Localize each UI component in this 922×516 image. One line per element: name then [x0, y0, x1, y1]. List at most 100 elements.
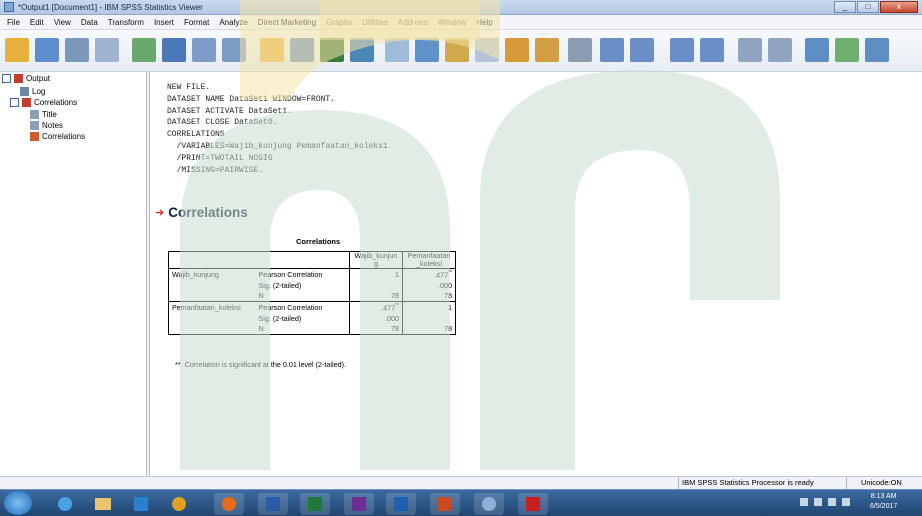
collapse-icon[interactable]: [700, 38, 724, 62]
row-var-label: [168, 312, 256, 324]
menu-edit[interactable]: Edit: [25, 18, 49, 27]
menu-data[interactable]: Data: [76, 18, 103, 27]
insert-heading-icon[interactable]: [805, 38, 829, 62]
labels-icon[interactable]: [568, 38, 592, 62]
print-icon[interactable]: [65, 38, 89, 62]
title-bar[interactable]: *Output1 [Document1] - IBM SPSS Statisti…: [0, 0, 922, 15]
chrome-icon[interactable]: [164, 493, 194, 515]
powerpoint-icon[interactable]: [430, 493, 460, 515]
taskbar: 8:13 AM 6/5/2017: [0, 489, 922, 516]
cell-value: 78: [349, 290, 403, 302]
tree-label-output: Output: [26, 74, 51, 83]
acrobat-icon[interactable]: [518, 493, 548, 515]
show-icon[interactable]: [738, 38, 762, 62]
print-preview-icon[interactable]: [95, 38, 119, 62]
cell-value: .000: [402, 279, 456, 291]
output-navigator: Output Log Correlations Title Notes Corr…: [0, 72, 147, 476]
tree-node-correlations-table[interactable]: Correlations: [30, 132, 85, 141]
media-player-icon[interactable]: [126, 493, 156, 515]
menu-format[interactable]: Format: [179, 18, 214, 27]
tray-icons[interactable]: [800, 498, 860, 510]
pie-icon[interactable]: [415, 38, 439, 62]
onenote-icon[interactable]: [344, 493, 374, 515]
insert-text-icon[interactable]: [865, 38, 889, 62]
hide-icon[interactable]: [768, 38, 792, 62]
table-footnote: **. Correlation is significant at the 0.…: [175, 360, 346, 369]
split-icon[interactable]: [475, 38, 499, 62]
menu-file[interactable]: File: [2, 18, 25, 27]
menu-analyze[interactable]: Analyze: [214, 18, 252, 27]
system-clock[interactable]: 8:13 AM 6/5/2017: [870, 492, 897, 512]
stop-icon[interactable]: [445, 38, 469, 62]
expand-icon[interactable]: [670, 38, 694, 62]
window-title: *Output1 [Document1] - IBM SPSS Statisti…: [18, 2, 203, 12]
close-button[interactable]: x: [880, 1, 918, 13]
menu-window[interactable]: Window: [433, 18, 471, 27]
undo-icon[interactable]: [192, 38, 216, 62]
export-icon[interactable]: [132, 38, 156, 62]
menu-view[interactable]: View: [49, 18, 76, 27]
select-cases-icon[interactable]: [535, 38, 559, 62]
cell-value: [349, 279, 403, 291]
row-stat-label: Pearson Correlation: [255, 301, 350, 313]
open-icon[interactable]: [5, 38, 29, 62]
weight-icon[interactable]: [505, 38, 529, 62]
arrow-right-icon: ➜: [155, 207, 165, 219]
redo-icon[interactable]: [222, 38, 246, 62]
menu-graphs[interactable]: Graphs: [321, 18, 357, 27]
syntax-log: NEW FILE. DATASET NAME DataSet1 WINDOW=F…: [167, 83, 388, 175]
variables-icon[interactable]: [350, 38, 374, 62]
window-controls: _ □ x: [834, 1, 918, 13]
row-stat-label: N: [255, 290, 350, 302]
correlations-table[interactable]: Wajib_kunjun g Pemanfaatan _koleksi Waji…: [168, 251, 456, 335]
menu-utilities[interactable]: Utilities: [357, 18, 393, 27]
recall-dialog-icon[interactable]: [162, 38, 186, 62]
back-icon[interactable]: [600, 38, 624, 62]
row-stat-label: Pearson Correlation: [255, 268, 350, 280]
outlook-icon[interactable]: [386, 493, 416, 515]
menu-transform[interactable]: Transform: [103, 18, 149, 27]
excel-icon[interactable]: [300, 493, 330, 515]
tree-label-notes: Notes: [42, 121, 63, 130]
expand-icon[interactable]: [2, 74, 11, 83]
menu-add-ons[interactable]: Add-ons: [393, 18, 433, 27]
tree-node-notes[interactable]: Notes: [30, 121, 63, 130]
tree-node-output[interactable]: Output: [2, 74, 50, 83]
forward-icon[interactable]: [630, 38, 654, 62]
ie-icon[interactable]: [50, 493, 80, 515]
log-icon: [20, 87, 29, 96]
minimize-button[interactable]: _: [834, 1, 856, 13]
goto-data-icon[interactable]: [260, 38, 284, 62]
cell-value: .477**: [349, 301, 403, 313]
row-var-label: Wajib_kunjung: [168, 268, 256, 280]
table-row: N 78 78: [168, 290, 456, 302]
expand-icon[interactable]: [10, 98, 19, 107]
menu-insert[interactable]: Insert: [149, 18, 179, 27]
word-icon[interactable]: [258, 493, 288, 515]
row-stat-label: N: [255, 323, 350, 335]
network-icon[interactable]: [814, 498, 822, 506]
section-heading[interactable]: ➜ Correlations: [155, 205, 248, 220]
run-descriptives-icon[interactable]: [385, 38, 409, 62]
tree-node-title[interactable]: Title: [30, 110, 57, 119]
menu-direct-marketing[interactable]: Direct Marketing: [253, 18, 321, 27]
menu-help[interactable]: Help: [471, 18, 497, 27]
tree-node-log[interactable]: Log: [20, 87, 45, 96]
notes-icon: [30, 121, 39, 130]
insert-title-icon[interactable]: [835, 38, 859, 62]
tree-node-correlations[interactable]: Correlations: [10, 98, 77, 107]
show-hidden-icon[interactable]: [800, 498, 808, 506]
goto-case-icon[interactable]: [290, 38, 314, 62]
spss-icon[interactable]: [474, 493, 504, 515]
table-row: Sig. (2-tailed) .000: [168, 312, 456, 324]
volume-icon[interactable]: [842, 498, 850, 506]
explorer-icon[interactable]: [88, 493, 118, 515]
clock-date: 6/5/2017: [870, 503, 898, 510]
start-orb[interactable]: [4, 491, 32, 515]
goto-variable-icon[interactable]: [320, 38, 344, 62]
signal-icon[interactable]: [828, 498, 836, 506]
firefox-icon[interactable]: [214, 493, 244, 515]
save-icon[interactable]: [35, 38, 59, 62]
pane-splitter[interactable]: [147, 72, 150, 476]
maximize-button[interactable]: □: [857, 1, 879, 13]
